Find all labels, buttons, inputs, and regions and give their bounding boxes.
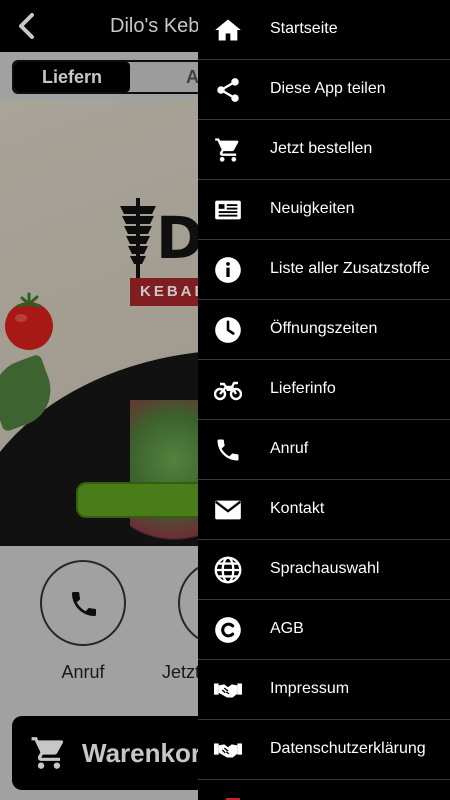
menu-item-label: Öffnungszeiten bbox=[270, 320, 378, 337]
news-icon bbox=[215, 200, 241, 220]
menu-item-label: Kontakt bbox=[270, 500, 325, 517]
menu-item-label: Datenschutzerklärung bbox=[270, 740, 426, 757]
menu-item-share[interactable]: Diese App teilen bbox=[198, 60, 450, 120]
clock-icon bbox=[215, 317, 241, 343]
info-icon bbox=[215, 257, 241, 283]
menu-item-additives[interactable]: Liste aller Zusatzstoffe bbox=[198, 240, 450, 300]
copyright-icon bbox=[215, 617, 241, 643]
menu-item-label: Impressum bbox=[270, 680, 350, 697]
motorbike-icon bbox=[214, 381, 242, 401]
menu-item-call[interactable]: Anruf bbox=[198, 420, 450, 480]
menu-item-label: Neuigkeiten bbox=[270, 200, 355, 217]
home-icon bbox=[215, 19, 241, 41]
menu-item-opening-hours[interactable]: Öffnungszeiten bbox=[198, 300, 450, 360]
menu-item-label: Liste aller Zusatzstoffe bbox=[270, 260, 430, 277]
navigation-drawer: Startseite Diese App teilen Jetzt bestel… bbox=[198, 0, 450, 800]
menu-item-home[interactable]: Startseite bbox=[198, 0, 450, 60]
menu-item-order[interactable]: Jetzt bestellen bbox=[198, 120, 450, 180]
menu-item-terms[interactable]: AGB bbox=[198, 600, 450, 660]
cart-icon bbox=[215, 138, 239, 162]
menu-item-label: Diese App teilen bbox=[270, 80, 386, 97]
menu-item-label: Jetzt bestellen bbox=[270, 140, 373, 157]
handshake-icon bbox=[214, 743, 242, 758]
mail-icon bbox=[215, 500, 241, 520]
menu-item-privacy[interactable]: Datenschutzerklärung bbox=[198, 720, 450, 780]
menu-item-label: Sprachauswahl bbox=[270, 560, 380, 577]
menu-item-delivery-info[interactable]: Lieferinfo bbox=[198, 360, 450, 420]
phone-icon bbox=[217, 439, 239, 461]
menu-item-language[interactable]: Sprachauswahl bbox=[198, 540, 450, 600]
menu-item-label: Lieferinfo bbox=[270, 380, 336, 397]
globe-icon bbox=[214, 556, 242, 584]
menu-item-label: Startseite bbox=[270, 20, 338, 37]
menu-item-imprint[interactable]: Impressum bbox=[198, 660, 450, 720]
share-icon bbox=[217, 78, 239, 102]
handshake-icon bbox=[214, 683, 242, 698]
menu-item-label: AGB bbox=[270, 620, 304, 637]
menu-item-next-partial[interactable] bbox=[198, 780, 450, 800]
menu-item-contact[interactable]: Kontakt bbox=[198, 480, 450, 540]
menu-item-news[interactable]: Neuigkeiten bbox=[198, 180, 450, 240]
menu-item-label: Anruf bbox=[270, 440, 309, 457]
